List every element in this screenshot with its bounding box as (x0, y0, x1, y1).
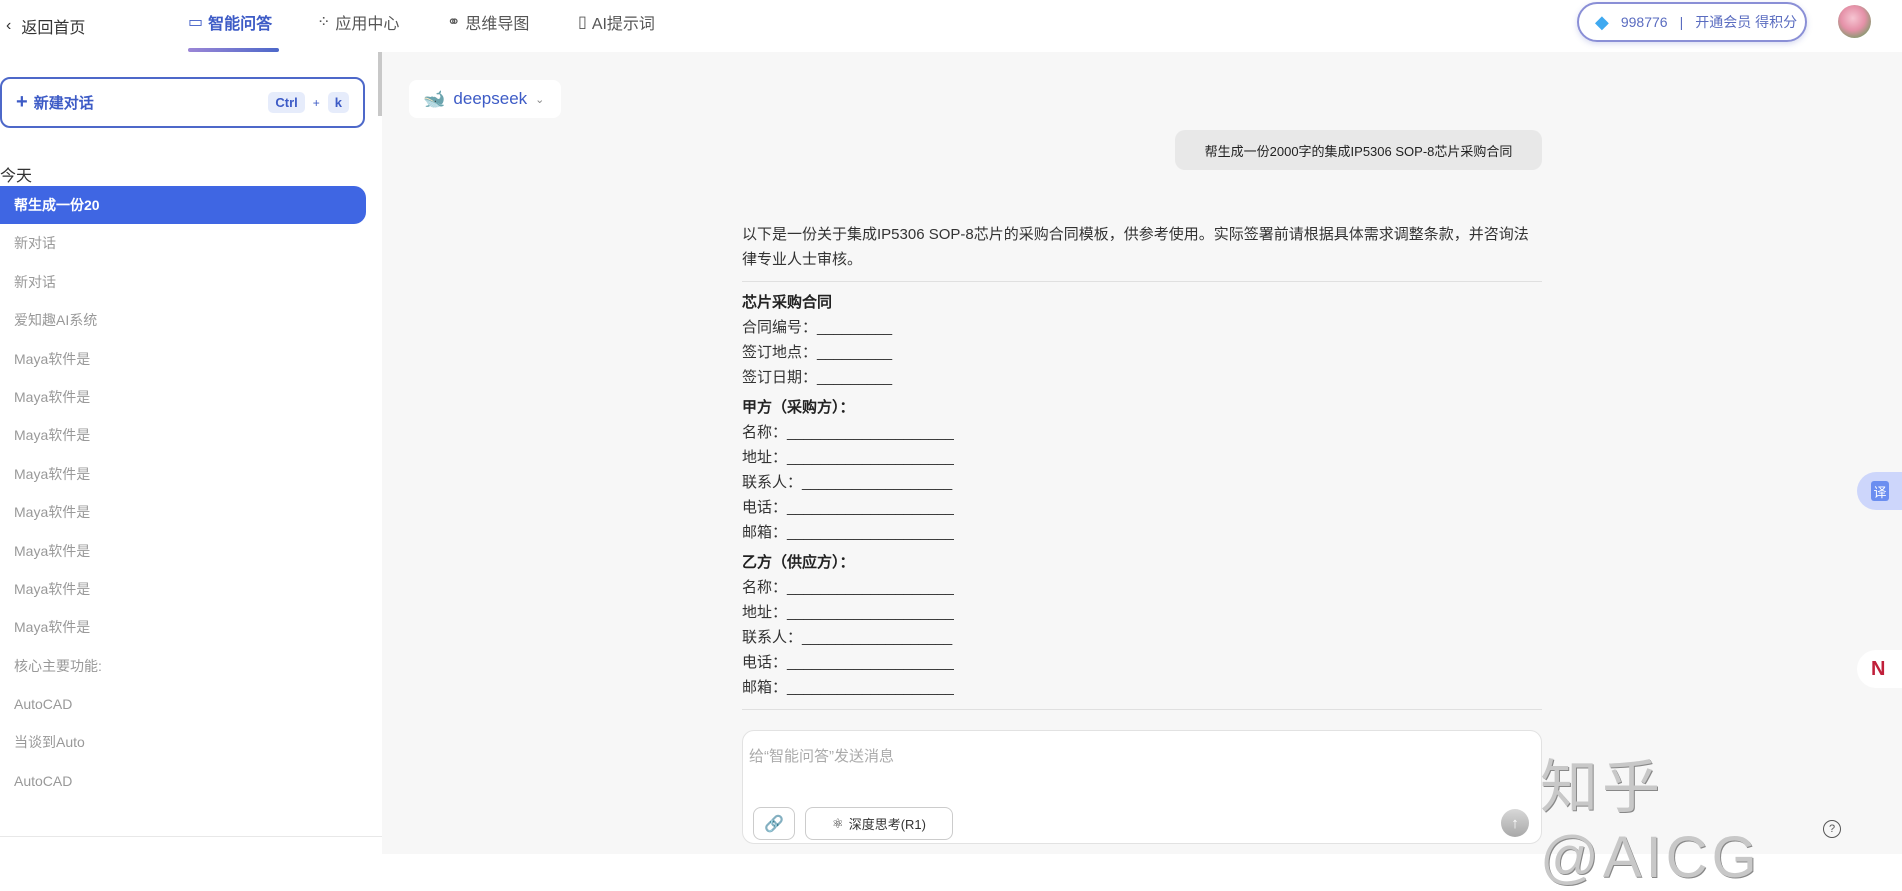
conversation-item[interactable]: 新对话 (0, 263, 366, 301)
plugin-logo-icon[interactable]: N (1857, 650, 1902, 688)
contract-fields: 合同编号：_________ 签订地点：_________ 签订日期：_______… (742, 315, 1542, 390)
deep-think-toggle[interactable]: ⚛ 深度思考(R1) (805, 807, 953, 840)
divider: | (1679, 14, 1684, 30)
conversation-item[interactable]: 帮生成一份20 (0, 186, 366, 225)
model-name: deepseek (453, 89, 528, 108)
contract-title: 芯片采购合同 (742, 294, 833, 311)
conversation-item[interactable]: 新对话 (0, 224, 366, 262)
form-field-line: 邮箱：____________________ (742, 524, 954, 541)
form-field-line: 邮箱：____________________ (742, 679, 954, 696)
points-membership-button[interactable]: ◆ 998776 | 开通会员 得积分 (1577, 2, 1807, 42)
tab-mind-map[interactable]: ⚭ 思维导图 (447, 10, 529, 34)
tab-app-center[interactable]: ⁘ 应用中心 (317, 10, 399, 34)
intro-text: 以下是一份关于集成IP5306 SOP-8芯片的采购合同模板，供参考使用。实际签… (742, 226, 1529, 268)
deep-think-label: 深度思考(R1) (848, 817, 926, 832)
key-ctrl: Ctrl (268, 92, 305, 113)
conversation-item[interactable]: Maya软件是 (0, 455, 366, 493)
party-a-title: 甲方（采购方）： (742, 399, 855, 416)
top-nav: ‹ 返回首页 ▭ 智能问答 ⁘ 应用中心 ⚭ 思维导图 ▯ AI提示词 ◆ 998776 … (0, 0, 1902, 52)
new-chat-label: 新建对话 (33, 95, 94, 112)
help-icon[interactable]: ? (1823, 820, 1841, 838)
tab-label: 思维导图 (465, 16, 530, 33)
message-input-placeholder[interactable]: 给“智能问答”发送消息 (749, 745, 894, 766)
assistant-message: 以下是一份关于集成IP5306 SOP-8芯片的采购合同模板，供参考使用。实际签… (742, 222, 1542, 718)
conversation-item[interactable]: 核心主要功能: (0, 647, 366, 685)
chevron-left-icon: ‹ (6, 17, 12, 34)
party-b-fields: 名称：____________________ 地址：______________… (742, 575, 1542, 700)
conversation-item[interactable]: Maya软件是 (0, 608, 366, 646)
grid-icon: ⁘ (317, 14, 331, 31)
form-field-line: 地址：____________________ (742, 604, 954, 621)
translate-button[interactable]: 译 (1857, 472, 1902, 510)
form-field-line: 联系人：__________________ (742, 474, 953, 491)
attach-link-button[interactable]: 🔗 (753, 807, 795, 840)
form-field-line: 电话：____________________ (742, 499, 954, 516)
form-field-line: 签订日期：_________ (742, 369, 893, 386)
form-field-line: 名称：____________________ (742, 579, 954, 596)
plus-icon: + (16, 91, 28, 113)
back-label: 返回首页 (21, 20, 86, 37)
conversation-list: 帮生成一份20 新对话 新对话 爱知趣AI系统 Maya软件是 Maya软件是 Maya软件… (0, 186, 366, 800)
form-field-line: 地址：____________________ (742, 449, 954, 466)
back-home-link[interactable]: ‹ 返回首页 (6, 14, 85, 38)
new-chat-button[interactable]: + 新建对话 Ctrl + k (0, 77, 365, 128)
conversation-item[interactable]: Maya软件是 (0, 378, 366, 416)
send-button[interactable]: ↑ (1501, 809, 1529, 837)
conversation-item[interactable]: AutoCAD (0, 762, 366, 800)
form-field-line: 签订地点：_________ (742, 344, 893, 361)
diamond-icon: ◆ (1595, 11, 1609, 32)
tab-label: 智能问答 (208, 16, 273, 33)
tab-ai-prompts[interactable]: ▯ AI提示词 (578, 10, 655, 34)
arrow-up-icon: ↑ (1511, 814, 1519, 832)
whale-icon: 🐋 (423, 88, 446, 109)
form-field-line: 名称：____________________ (742, 424, 954, 441)
translate-icon: 译 (1871, 481, 1889, 501)
form-field-line: 合同编号：_________ (742, 319, 893, 336)
form-field-line: 联系人：__________________ (742, 629, 953, 646)
group-label-today: 今天 (0, 168, 33, 185)
shortcut-hint: Ctrl + k (268, 92, 349, 113)
divider (0, 836, 382, 837)
points-count: 998776 (1620, 14, 1668, 30)
conversation-item[interactable]: Maya软件是 (0, 532, 366, 570)
conversation-item[interactable]: AutoCAD (0, 685, 366, 723)
tab-label: 应用中心 (335, 16, 400, 33)
avatar[interactable] (1838, 5, 1871, 38)
conversation-item[interactable]: Maya软件是 (0, 340, 366, 378)
conversation-item[interactable]: Maya软件是 (0, 493, 366, 531)
key-plus: + (312, 95, 320, 110)
message-composer[interactable]: 给“智能问答”发送消息 🔗 ⚛ 深度思考(R1) ↑ (742, 730, 1542, 844)
tab-smart-qa[interactable]: ▭ 智能问答 (188, 10, 272, 34)
tab-label: AI提示词 (591, 16, 655, 33)
conversation-item[interactable]: 爱知趣AI系统 (0, 301, 366, 339)
watermark: 知乎 @AICG (1540, 755, 1761, 890)
user-message: 帮生成一份2000字的集成IP5306 SOP-8芯片采购合同 (1175, 130, 1542, 170)
mindmap-icon: ⚭ (447, 14, 461, 31)
key-k: k (327, 92, 349, 113)
prompt-icon: ▯ (578, 14, 587, 31)
conversation-item[interactable]: 当谈到Auto (0, 723, 366, 761)
chevron-down-icon: ⌄ (535, 93, 545, 106)
conversation-item[interactable]: Maya软件是 (0, 570, 366, 608)
party-a-fields: 名称：____________________ 地址：______________… (742, 420, 1542, 545)
party-b-title: 乙方（供应方）： (742, 554, 855, 571)
chat-icon: ▭ (188, 14, 204, 31)
atom-icon: ⚛ (832, 815, 844, 831)
conversation-item[interactable]: Maya软件是 (0, 416, 366, 454)
form-field-line: 电话：____________________ (742, 654, 954, 671)
divider (742, 709, 1542, 710)
sidebar: + 新建对话 Ctrl + k 今天 帮生成一份20 新对话 新对话 爱知趣AI系统 M… (0, 52, 382, 854)
model-selector[interactable]: 🐋 deepseek ⌄ (409, 80, 561, 118)
divider (742, 281, 1542, 282)
link-icon: 🔗 (764, 815, 784, 833)
member-label: 开通会员 得积分 (1695, 14, 1798, 30)
